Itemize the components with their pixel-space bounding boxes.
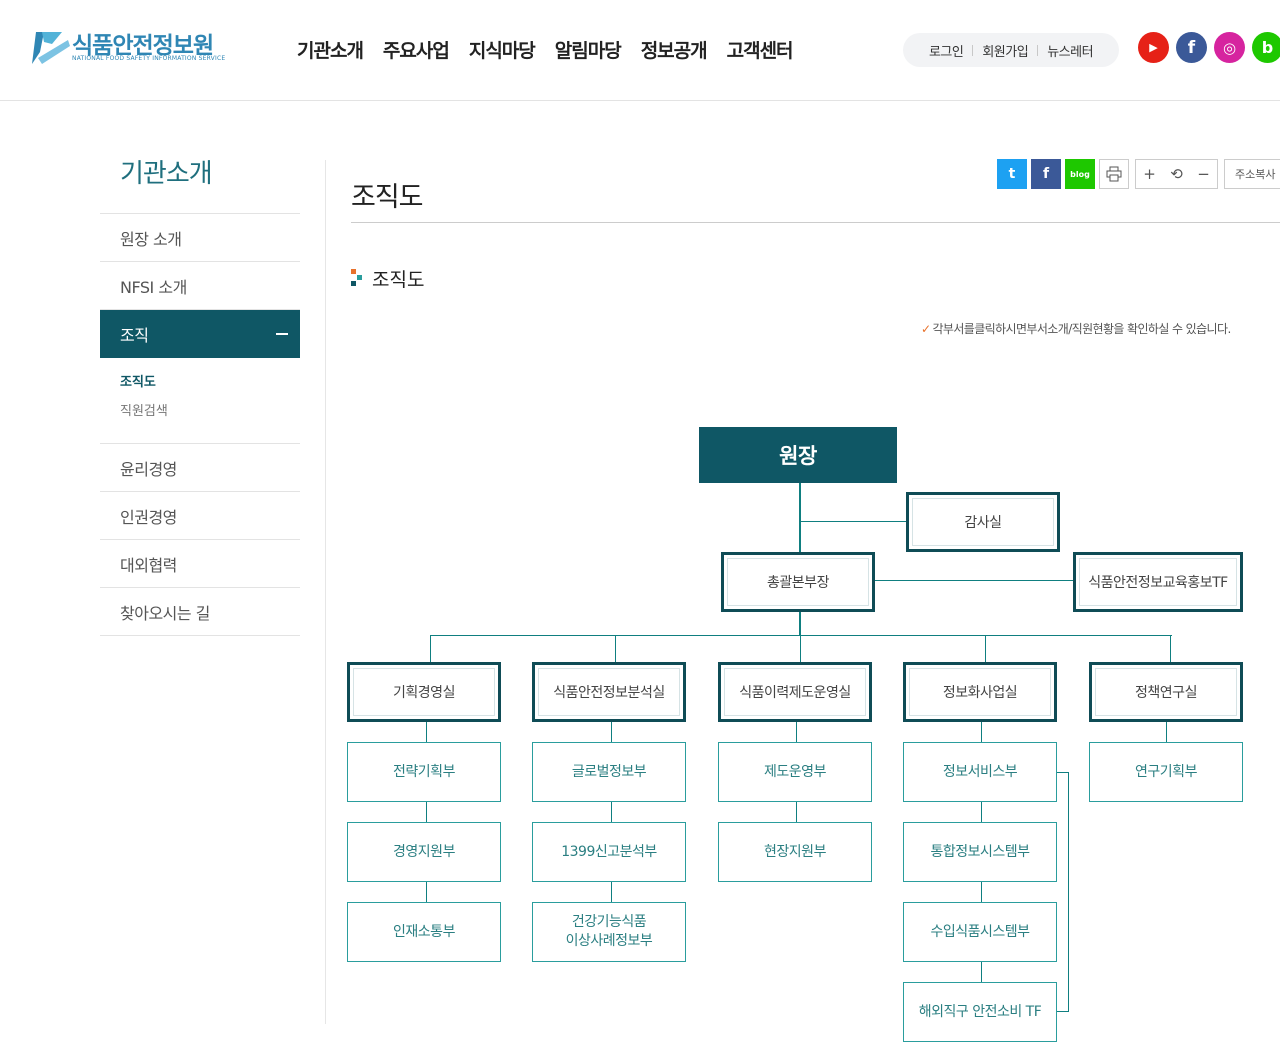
connector-line <box>430 635 1172 636</box>
zoom-reset-button[interactable]: ⟲ <box>1163 160 1190 188</box>
org-node-office[interactable]: 정책연구실 <box>1089 662 1243 722</box>
org-node-dept[interactable]: 1399신고분석부 <box>532 822 686 882</box>
instagram-icon[interactable]: ◎ <box>1214 32 1245 63</box>
login-link[interactable]: 로그인 <box>920 41 972 60</box>
sidebar-item-cooperation[interactable]: 대외협력 <box>100 540 300 588</box>
sidebar-item-organization[interactable]: 조직 <box>100 310 300 358</box>
org-node-office[interactable]: 정보화사업실 <box>903 662 1057 722</box>
org-node-dept[interactable]: 글로벌정보부 <box>532 742 686 802</box>
nav-item-about[interactable]: 기관소개 <box>297 36 364 63</box>
sns-links: ▶ f ◎ b <box>1138 32 1280 63</box>
zoom-controls: + ⟲ − <box>1135 159 1218 189</box>
section-title: 조직도 <box>351 265 424 292</box>
connector-line <box>1056 1011 1069 1012</box>
copy-url-button[interactable]: 주소복사 <box>1224 159 1280 189</box>
org-node-office[interactable]: 식품안전정보분석실 <box>532 662 686 722</box>
connector-line <box>800 521 907 522</box>
blog-share-icon[interactable]: blog <box>1065 159 1095 189</box>
org-node-dept[interactable]: 해외직구 안전소비 TF <box>903 982 1057 1042</box>
connector-line <box>1068 772 1069 1011</box>
org-node-dept[interactable]: 통합정보시스템부 <box>903 822 1057 882</box>
sidebar-menu: 원장 소개 NFSI 소개 조직 조직도 직원검색 윤리경영 인권경영 대외협력… <box>100 213 300 636</box>
sidebar-title: 기관소개 <box>120 159 213 189</box>
page-title: 조직도 <box>351 182 424 213</box>
connector-line <box>615 635 616 663</box>
title-divider <box>351 222 1280 223</box>
section-title-text: 조직도 <box>372 269 425 291</box>
org-node-dept[interactable]: 수입식품시스템부 <box>903 902 1057 962</box>
org-node-dept[interactable]: 건강기능식품 이상사례정보부 <box>532 902 686 962</box>
org-node-dept[interactable]: 인재소통부 <box>347 902 501 962</box>
org-node-dept[interactable]: 제도운영부 <box>718 742 872 802</box>
collapse-icon <box>276 333 288 335</box>
connector-line <box>800 635 801 663</box>
nav-item-support[interactable]: 고객센터 <box>727 36 794 63</box>
submenu-item-staff-search[interactable]: 직원검색 <box>120 401 300 430</box>
print-icon[interactable] <box>1099 159 1129 189</box>
zoom-out-button[interactable]: − <box>1190 160 1217 188</box>
notice-text: ✓ 각부서를클릭하시면부서소개/직원현황을 확인하실 수 있습니다. <box>921 320 1231 337</box>
facebook-share-icon[interactable]: f <box>1031 159 1061 189</box>
org-node-office[interactable]: 기획경영실 <box>347 662 501 722</box>
connector-line <box>1056 772 1069 773</box>
sidebar-submenu: 조직도 직원검색 <box>100 358 300 444</box>
youtube-icon[interactable]: ▶ <box>1138 32 1169 63</box>
org-node-office[interactable]: 식품이력제도운영실 <box>718 662 872 722</box>
nav-item-notice[interactable]: 알림마당 <box>555 36 622 63</box>
site-header: 식품안전정보원 NATIONAL FOOD SAFETY INFORMATION… <box>0 0 1280 101</box>
sidebar-item-label: 조직 <box>120 326 149 345</box>
printer-icon <box>1106 166 1122 182</box>
org-node-general-head[interactable]: 총괄본부장 <box>721 552 875 612</box>
sidebar-item-directions[interactable]: 찾아오시는 길 <box>100 588 300 636</box>
connector-line <box>799 482 801 552</box>
section-bullet-icon <box>351 268 363 289</box>
connector-line <box>1166 720 1167 742</box>
join-link[interactable]: 회원가입 <box>973 41 1037 60</box>
notice-message: 각부서를클릭하시면부서소개/직원현황을 확인하실 수 있습니다. <box>932 322 1231 336</box>
nav-item-knowledge[interactable]: 지식마당 <box>469 36 536 63</box>
sidebar-item-ethics[interactable]: 윤리경영 <box>100 444 300 492</box>
org-node-audit[interactable]: 감사실 <box>906 492 1060 552</box>
main-nav: 기관소개 주요사업 지식마당 알림마당 정보공개 고객센터 <box>297 36 794 63</box>
org-node-dept[interactable]: 전략기획부 <box>347 742 501 802</box>
blog-icon[interactable]: b <box>1252 32 1280 63</box>
connector-line <box>985 635 986 663</box>
page-tools: t f blog + ⟲ − 주소복사 <box>997 159 1280 189</box>
org-node-dept[interactable]: 현장지원부 <box>718 822 872 882</box>
logo-subtitle: NATIONAL FOOD SAFETY INFORMATION SERVICE <box>72 55 226 62</box>
connector-line <box>799 610 801 635</box>
org-node-dept[interactable]: 경영지원부 <box>347 822 501 882</box>
util-menu: 로그인 회원가입 뉴스레터 <box>903 33 1119 67</box>
newsletter-link[interactable]: 뉴스레터 <box>1038 41 1102 60</box>
sidebar-item-human-rights[interactable]: 인권경영 <box>100 492 300 540</box>
logo-mark-icon <box>32 32 70 64</box>
nav-item-disclosure[interactable]: 정보공개 <box>641 36 708 63</box>
org-node-director[interactable]: 원장 <box>699 427 897 483</box>
org-node-education-tf[interactable]: 식품안전정보교육홍보TF <box>1073 552 1243 612</box>
submenu-item-orgchart[interactable]: 조직도 <box>120 372 300 401</box>
connector-line <box>1170 635 1171 663</box>
org-node-dept[interactable]: 정보서비스부 <box>903 742 1057 802</box>
check-icon: ✓ <box>921 322 931 336</box>
zoom-in-button[interactable]: + <box>1136 160 1163 188</box>
twitter-share-icon[interactable]: t <box>997 159 1027 189</box>
sidebar-item-nfsi[interactable]: NFSI 소개 <box>100 262 300 310</box>
facebook-icon[interactable]: f <box>1176 32 1207 63</box>
connector-line <box>873 580 1074 581</box>
connector-line <box>430 635 431 663</box>
site-logo[interactable]: 식품안전정보원 NATIONAL FOOD SAFETY INFORMATION… <box>32 26 232 68</box>
sidebar-divider <box>325 160 326 1024</box>
sidebar-item-director[interactable]: 원장 소개 <box>100 214 300 262</box>
org-node-dept[interactable]: 연구기획부 <box>1089 742 1243 802</box>
nav-item-business[interactable]: 주요사업 <box>383 36 450 63</box>
